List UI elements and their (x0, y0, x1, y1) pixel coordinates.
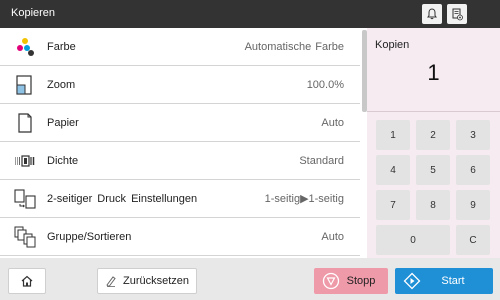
setting-label: Zoom (47, 78, 76, 91)
stop-icon (322, 272, 340, 290)
setting-value: Auto (321, 230, 344, 243)
setting-row-paper[interactable]: Papier Auto (0, 104, 360, 142)
setting-row-color[interactable]: Farbe Automatische Farbe (0, 28, 360, 66)
setting-label: Farbe (47, 40, 76, 53)
keypad-key-3[interactable]: 3 (456, 120, 490, 150)
page-title: Kopieren (11, 7, 56, 19)
copies-count: 1 (427, 60, 440, 85)
keypad-key-4[interactable]: 4 (376, 155, 410, 185)
device-status-icon (452, 8, 463, 21)
setting-value: Auto (321, 116, 344, 129)
copies-label: Kopien (375, 39, 410, 51)
duplex-icon (14, 188, 36, 210)
action-bar: Zurücksetzen Stopp Start (0, 258, 500, 300)
setting-row-density[interactable]: Dichte Standard (0, 142, 360, 180)
keypad-key-6[interactable]: 6 (456, 155, 490, 185)
stop-button[interactable]: Stopp (314, 268, 388, 294)
keypad-key-5[interactable]: 5 (416, 155, 450, 185)
setting-value: 100.0% (306, 78, 344, 91)
setting-row-zoom[interactable]: Zoom 100.0% (0, 66, 360, 104)
paper-icon (14, 112, 36, 134)
density-icon (14, 150, 36, 172)
eraser-icon (106, 276, 116, 287)
copies-panel: Kopien 1 1 2 3 4 5 6 7 8 9 0 C (367, 28, 500, 258)
setting-row-duplex[interactable]: 2-seitiger Druck Einstellungen 1-seitig▶… (0, 180, 360, 218)
keypad-key-8[interactable]: 8 (416, 190, 450, 220)
keypad-key-2[interactable]: 2 (416, 120, 450, 150)
start-label: Start (441, 275, 465, 287)
stop-label: Stopp (346, 275, 376, 287)
setting-label: Papier (47, 116, 79, 129)
title-bar: Kopieren (0, 0, 500, 28)
setting-row-group-sort[interactable]: Gruppe/Sortieren Auto (0, 218, 360, 256)
device-status-button[interactable] (447, 4, 467, 24)
setting-value: 1-seitig▶1-seitig (264, 193, 344, 205)
panel-divider (367, 111, 500, 112)
start-button[interactable]: Start (395, 268, 493, 294)
copy-settings-list: Farbe Automatische Farbe Zoom 100.0% Pap… (0, 28, 360, 258)
setting-label: Gruppe/Sortieren (47, 230, 132, 243)
home-icon (21, 275, 33, 287)
home-button[interactable] (8, 268, 46, 294)
setting-value: Automatische Farbe (244, 40, 344, 53)
setting-value: Standard (299, 154, 344, 167)
setting-label: 2-seitiger Druck Einstellungen (47, 192, 198, 205)
keypad-key-1[interactable]: 1 (376, 120, 410, 150)
keypad-key-9[interactable]: 9 (456, 190, 490, 220)
reset-label: Zurücksetzen (122, 275, 190, 287)
reset-button[interactable]: Zurücksetzen (97, 268, 197, 294)
start-icon (403, 272, 421, 290)
color-icon (14, 36, 36, 58)
zoom-icon (14, 74, 36, 96)
bell-icon (427, 8, 437, 20)
group-sort-icon (14, 226, 36, 248)
notification-button[interactable] (422, 4, 442, 24)
setting-label: Dichte (47, 154, 79, 167)
keypad-key-clear[interactable]: C (456, 225, 490, 255)
keypad-key-7[interactable]: 7 (376, 190, 410, 220)
keypad-key-0[interactable]: 0 (376, 225, 450, 255)
